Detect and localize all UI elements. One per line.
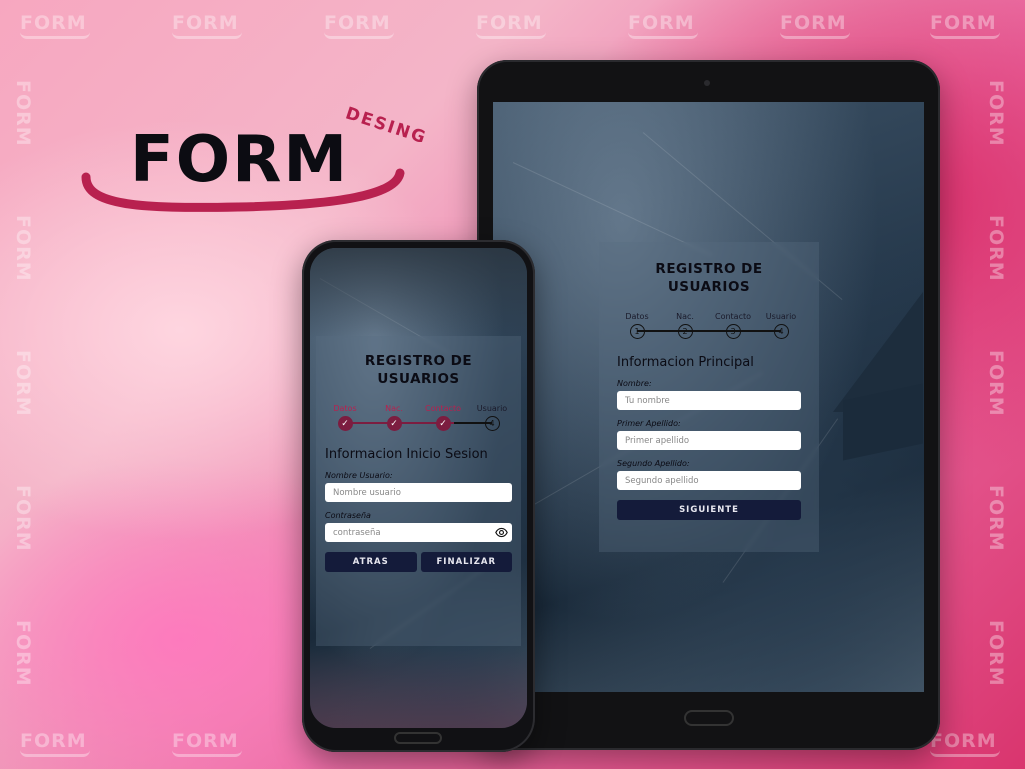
primer-apellido-label: Primer Apellido: — [617, 419, 681, 428]
logo-swoosh-icon — [81, 168, 405, 212]
watermark: FORM — [985, 350, 1007, 417]
step-datos-done: Datos ✓ — [325, 404, 365, 431]
nombre-usuario-label: Nombre Usuario: — [325, 471, 393, 480]
watermark: FORM — [12, 215, 34, 282]
step-indicator: Datos 1 Nac. 2 Contacto 3 Usuario 4 — [617, 312, 801, 339]
button-row: ATRAS FINALIZAR — [325, 552, 512, 572]
watermark: FORM — [324, 12, 394, 39]
step-nac-done: Nac. ✓ — [374, 404, 414, 431]
watermark: FORM — [20, 730, 90, 757]
eye-icon[interactable] — [495, 526, 508, 539]
segundo-apellido-label: Segundo Apellido: — [617, 459, 690, 468]
watermark: FORM — [12, 620, 34, 687]
watermark: FORM — [930, 730, 1000, 757]
nombre-label: Nombre: — [617, 379, 652, 388]
watermark: FORM — [628, 12, 698, 39]
atras-button[interactable]: ATRAS — [325, 552, 417, 572]
step-contacto: Contacto 3 — [713, 312, 753, 339]
home-button — [394, 732, 442, 744]
form-title: REGISTRO DE USUARIOS — [364, 353, 473, 387]
watermark: FORM — [985, 80, 1007, 147]
watermark: FORM — [476, 12, 546, 39]
watermark: FORM — [985, 620, 1007, 687]
phone-screen: REGISTRO DE USUARIOS Datos ✓ Nac. ✓ Cont… — [310, 248, 527, 728]
step-usuario: Usuario 4 — [761, 312, 801, 339]
watermark: FORM — [985, 215, 1007, 282]
section-heading: Informacion Principal — [617, 355, 754, 370]
step-usuario-current: Usuario 4 — [472, 404, 512, 431]
password-field — [325, 523, 512, 542]
brand-logo: FORM DESING — [78, 95, 430, 235]
section-heading: Informacion Inicio Sesion — [325, 447, 488, 462]
siguiente-button[interactable]: SIGUIENTE — [617, 500, 801, 520]
step-nac: Nac. 2 — [665, 312, 705, 339]
check-icon: ✓ — [337, 416, 353, 431]
phone-device: REGISTRO DE USUARIOS Datos ✓ Nac. ✓ Cont… — [302, 240, 535, 752]
logo-subtitle: DESING — [342, 103, 430, 149]
check-icon: ✓ — [386, 416, 402, 431]
watermark: FORM — [985, 485, 1007, 552]
step-indicator: Datos ✓ Nac. ✓ Contacto ✓ Usuario 4 — [325, 404, 512, 431]
registration-card: REGISTRO DE USUARIOS Datos 1 Nac. 2 Cont… — [599, 242, 819, 552]
watermark: FORM — [172, 730, 242, 757]
watermark: FORM — [930, 12, 1000, 39]
nombre-usuario-input[interactable] — [325, 483, 512, 502]
watermark: FORM — [12, 485, 34, 552]
login-card: REGISTRO DE USUARIOS Datos ✓ Nac. ✓ Cont… — [316, 336, 521, 646]
camera-icon — [704, 80, 710, 86]
primer-apellido-input[interactable] — [617, 431, 801, 450]
form-title: REGISTRO DE USUARIOS — [655, 261, 763, 295]
home-button — [684, 710, 734, 726]
watermark: FORM — [780, 12, 850, 39]
watermark: FORM — [12, 80, 34, 147]
contrasena-input[interactable] — [325, 523, 512, 542]
finalizar-button[interactable]: FINALIZAR — [420, 552, 512, 572]
segundo-apellido-input[interactable] — [617, 471, 801, 490]
watermark: FORM — [172, 12, 242, 39]
watermark: FORM — [20, 12, 90, 39]
nombre-input[interactable] — [617, 391, 801, 410]
tablet-device: REGISTRO DE USUARIOS Datos 1 Nac. 2 Cont… — [477, 60, 940, 750]
tablet-screen: REGISTRO DE USUARIOS Datos 1 Nac. 2 Cont… — [493, 102, 924, 692]
check-icon: ✓ — [435, 416, 451, 431]
watermark: FORM — [12, 350, 34, 417]
contrasena-label: Contraseña — [325, 511, 371, 520]
step-datos: Datos 1 — [617, 312, 657, 339]
step-contacto-done: Contacto ✓ — [423, 404, 463, 431]
